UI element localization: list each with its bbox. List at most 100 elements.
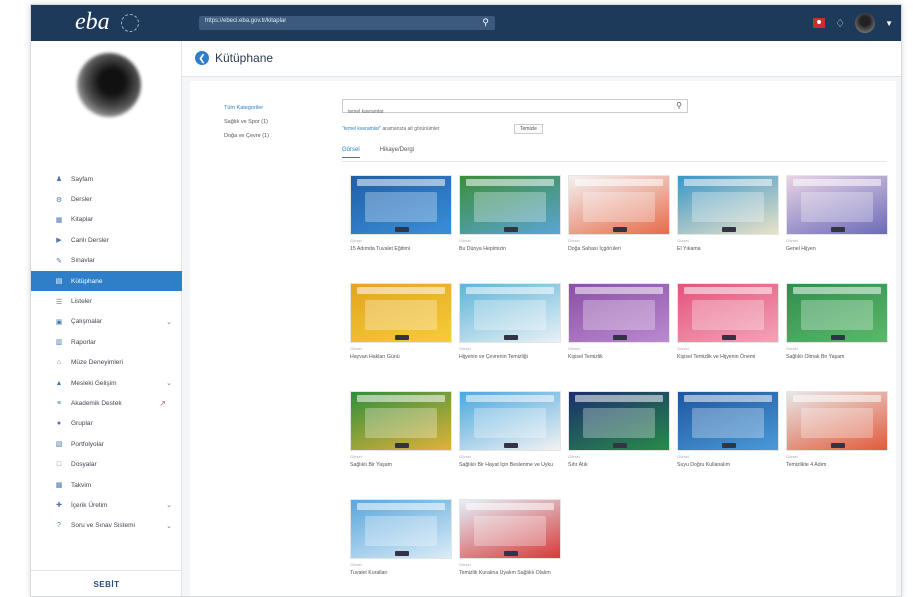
card-type: Görsel <box>459 346 471 351</box>
card-thumbnail[interactable] <box>786 391 888 451</box>
sidebar-item[interactable]: ▶ Canlı Dersler <box>31 230 182 250</box>
card-thumbnail[interactable] <box>677 283 779 343</box>
sidebar-item[interactable]: ▧ Portfolyolar <box>31 434 182 454</box>
profile-photo[interactable] <box>77 53 141 117</box>
card-title[interactable]: Bu Dünya Hepimizin <box>459 245 561 253</box>
content-card[interactable]: Görsel El Yıkama <box>677 175 779 253</box>
card-title[interactable]: Suyu Doğru Kullanalım <box>677 461 779 469</box>
category-all[interactable]: Tüm Kategoriler <box>224 105 269 111</box>
sidebar-item[interactable]: ▦ Kitaplar <box>31 210 182 230</box>
card-title[interactable]: Temizlikte 4 Adım <box>786 461 888 469</box>
content-card[interactable]: Görsel Kişisel Temizlik ve Hijyenin Önemi <box>677 283 779 361</box>
tab-bar: Görsel Hikaye/Dergi <box>342 147 414 158</box>
content-card[interactable]: Görsel Bu Dünya Hepimizin <box>459 175 561 253</box>
card-title[interactable]: Sağlıklı Bir Hayat İçin Beslenme ve Uyku <box>459 461 561 469</box>
card-title[interactable]: Kişisel Temizlik ve Hijyenin Önemi <box>677 353 779 361</box>
card-thumbnail[interactable] <box>350 175 452 235</box>
content-card[interactable]: Görsel Sağlıklı Bir Yaşam <box>350 391 452 469</box>
chevron-down-icon[interactable]: ⌄ <box>166 318 172 326</box>
card-title[interactable]: 15 Adımda Tuvalet Eğitimi <box>350 245 452 253</box>
content-card[interactable]: Görsel Sıfır Atık <box>568 391 670 469</box>
card-thumbnail[interactable] <box>459 175 561 235</box>
card-thumbnail[interactable] <box>350 391 452 451</box>
eba-logo[interactable]: eba <box>75 9 110 36</box>
card-title[interactable]: Hijyenin ve Çevrenin Temizliği <box>459 353 561 361</box>
card-title[interactable]: Kişisel Temizlik <box>568 353 670 361</box>
sidebar-item[interactable]: ▤ Kütüphane <box>31 270 182 292</box>
card-thumbnail[interactable] <box>568 175 670 235</box>
card-thumbnail[interactable] <box>786 283 888 343</box>
search-input[interactable] <box>343 106 663 118</box>
tab-hikaye-dergi[interactable]: Hikaye/Dergi <box>380 147 414 158</box>
content-card[interactable]: Görsel Suyu Doğru Kullanalım <box>677 391 779 469</box>
flag-icon[interactable] <box>813 18 826 28</box>
card-thumbnail[interactable] <box>459 283 561 343</box>
back-arrow-icon[interactable]: ❮ <box>195 51 209 65</box>
sidebar-item[interactable]: ▩ Takvim <box>31 475 182 495</box>
sidebar-item[interactable]: ▣ Çalışmalar ⌄ <box>31 312 182 332</box>
content-card[interactable]: Görsel Kişisel Temizlik <box>568 283 670 361</box>
question-icon: ? <box>57 522 61 530</box>
top-icons: ♢ ▼ <box>813 13 893 33</box>
sidebar-item[interactable]: ✚ İçerik Üretim ⌄ <box>31 495 182 515</box>
card-title[interactable]: Tuvalet Kuralları <box>350 569 452 577</box>
category-item[interactable]: Sağlık ve Spor (1) <box>224 119 269 125</box>
card-title[interactable]: Sıfır Atık <box>568 461 670 469</box>
bell-icon[interactable]: ♢ <box>835 17 845 30</box>
address-bar[interactable]: https://ebeci.eba.gov.tr/kitaplar ⚲ <box>199 16 495 30</box>
content-card[interactable]: Görsel 15 Adımda Tuvalet Eğitimi <box>350 175 452 253</box>
search-icon[interactable]: ⚲ <box>676 101 682 110</box>
card-thumbnail[interactable] <box>568 391 670 451</box>
card-thumbnail[interactable] <box>568 283 670 343</box>
clear-button[interactable]: Temizle <box>514 124 543 134</box>
card-thumbnail[interactable] <box>350 283 452 343</box>
card-title[interactable]: El Yıkama <box>677 245 779 253</box>
sidebar-item[interactable]: ? Soru ve Sınav Sistemi ⌄ <box>31 516 182 536</box>
tab-gorsel[interactable]: Görsel <box>342 147 360 158</box>
card-thumbnail[interactable] <box>677 175 779 235</box>
chevron-down-icon[interactable]: ⌄ <box>166 522 172 530</box>
thumbnail-illustration <box>801 300 873 330</box>
content-card[interactable]: Görsel Hijyenin ve Çevrenin Temizliği <box>459 283 561 361</box>
card-type: Görsel <box>350 238 362 243</box>
card-thumbnail[interactable] <box>786 175 888 235</box>
avatar[interactable] <box>855 13 876 33</box>
external-link-icon[interactable]: ↗ <box>159 399 166 408</box>
sidebar-item[interactable]: ♟ Sayfam <box>31 169 182 189</box>
card-title[interactable]: Genel Hijyen <box>786 245 888 253</box>
content-card[interactable]: Görsel Sağlıklı Bir Hayat İçin Beslenme v… <box>459 391 561 469</box>
card-title[interactable]: Sağlıklı Olmak Bir Yaşam <box>786 353 888 361</box>
sidebar-item[interactable]: ☰ Listeler <box>31 291 182 311</box>
sidebar-item[interactable]: ▥ Raporlar <box>31 332 182 352</box>
card-thumbnail[interactable] <box>459 391 561 451</box>
card-title[interactable]: Hayvan Hakları Günü <box>350 353 452 361</box>
card-thumbnail[interactable] <box>350 499 452 559</box>
sidebar-item[interactable]: ⚙ Dersler <box>31 189 182 209</box>
card-title[interactable]: Temizlik Kuralına Uyalım Sağlıklı Olalım <box>459 569 561 577</box>
content-card[interactable]: Görsel Genel Hijyen <box>786 175 888 253</box>
content-card[interactable]: Görsel Doğa Sahası İçgörüleri <box>568 175 670 253</box>
sidebar-item[interactable]: □ Dosyalar <box>31 454 182 474</box>
sidebar-item-label: Kitaplar <box>71 216 94 224</box>
card-thumbnail[interactable] <box>677 391 779 451</box>
card-title[interactable]: Doğa Sahası İçgörüleri <box>568 245 670 253</box>
card-title[interactable]: Sağlıklı Bir Yaşam <box>350 461 452 469</box>
chevron-down-icon[interactable]: ⌄ <box>166 379 172 387</box>
chevron-down-icon[interactable]: ⌄ <box>166 501 172 509</box>
thumbnail-badge <box>613 227 627 232</box>
content-card[interactable]: Görsel Tuvalet Kuralları <box>350 499 452 577</box>
sidebar-item[interactable]: ✎ Sınavlar <box>31 251 182 271</box>
content-card[interactable]: Görsel Hayvan Hakları Günü <box>350 283 452 361</box>
content-card[interactable]: Görsel Temizlikte 4 Adım <box>786 391 888 469</box>
sidebar-item[interactable]: ● Gruplar <box>31 414 182 434</box>
caret-down-icon[interactable]: ▼ <box>885 19 893 28</box>
category-item[interactable]: Doğa ve Çevre (1) <box>224 133 269 139</box>
search-icon[interactable]: ⚲ <box>482 17 489 28</box>
thumbnail-heading <box>357 287 445 294</box>
card-thumbnail[interactable] <box>459 499 561 559</box>
content-card[interactable]: Görsel Temizlik Kuralına Uyalım Sağlıklı … <box>459 499 561 577</box>
sidebar-item[interactable]: ≡ Akademik Destek ↗ <box>31 393 182 413</box>
sidebar-item[interactable]: ⌂ Müze Deneyimleri <box>31 353 182 373</box>
sidebar-item[interactable]: ▲ Mesleki Gelişim ⌄ <box>31 373 182 393</box>
content-card[interactable]: Görsel Sağlıklı Olmak Bir Yaşam <box>786 283 888 361</box>
